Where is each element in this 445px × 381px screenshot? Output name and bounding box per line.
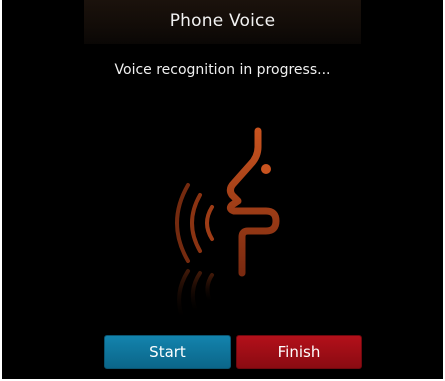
reflection-wave-inner: [205, 273, 214, 303]
reflection-wave-outer: [177, 269, 190, 319]
status-text: Voice recognition in progress...: [114, 62, 331, 78]
sound-wave-inner: [205, 205, 214, 241]
voice-screen: Phone Voice Voice recognition in progres…: [2, 0, 443, 379]
finish-button[interactable]: Finish: [236, 335, 362, 369]
start-button[interactable]: Start: [104, 335, 231, 369]
eye-dot: [261, 164, 271, 174]
head-profile-shape: [226, 127, 280, 277]
sound-wave-outer: [175, 183, 190, 263]
title-bar: Phone Voice: [84, 0, 361, 44]
sound-wave-middle: [190, 193, 202, 253]
voice-recognition-icon: [175, 127, 280, 319]
screen-title: Phone Voice: [169, 11, 276, 31]
reflection-wave-middle: [190, 271, 202, 313]
